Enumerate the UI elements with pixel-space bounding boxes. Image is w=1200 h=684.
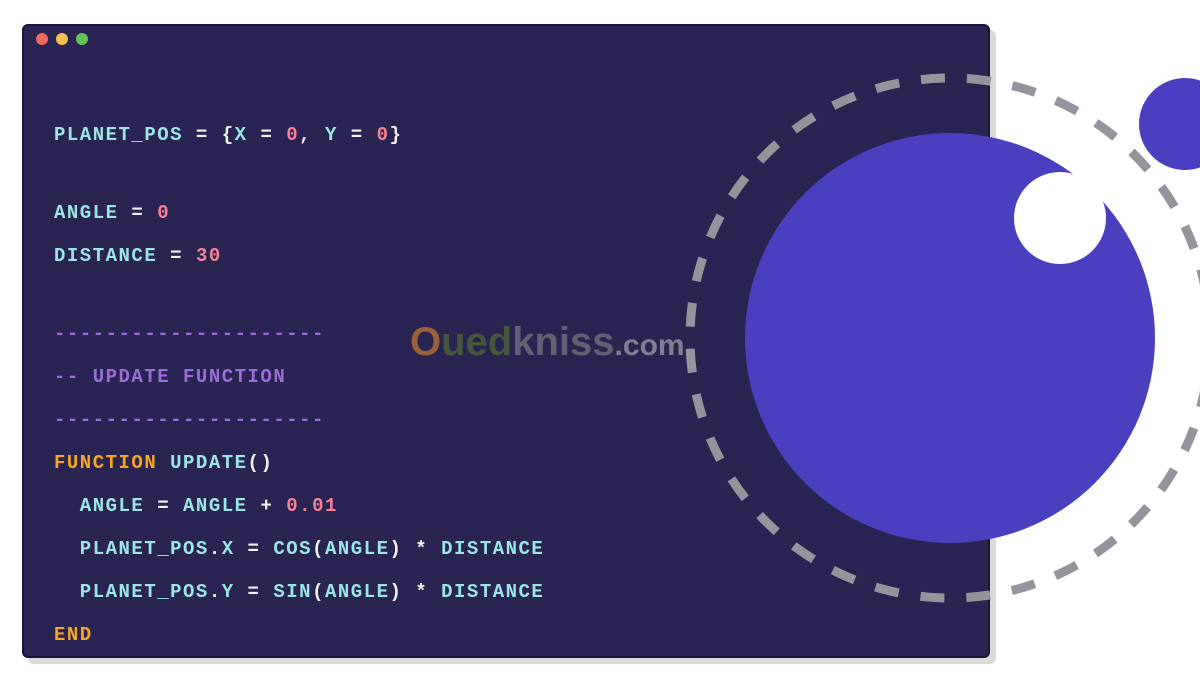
blank-line (54, 166, 958, 182)
planet-moon-icon (1139, 78, 1200, 170)
window-titlebar (24, 26, 988, 52)
code-editor-window: planet_pos = {x = 0, y = 0} angle = 0 di… (22, 24, 990, 658)
code-line: distance = 30 (54, 244, 958, 268)
blank-line (54, 287, 958, 303)
maximize-icon[interactable] (76, 33, 88, 45)
comment-separator: --------------------- (54, 322, 958, 346)
code-line: angle = 0 (54, 201, 958, 225)
close-icon[interactable] (36, 33, 48, 45)
comment-line: -- update function (54, 365, 958, 389)
comment-separator: --------------------- (54, 408, 958, 432)
code-line: function update() (54, 451, 958, 475)
minimize-icon[interactable] (56, 33, 68, 45)
code-area[interactable]: planet_pos = {x = 0, y = 0} angle = 0 di… (24, 52, 988, 658)
code-line: end (54, 623, 958, 647)
code-line: angle = angle + 0.01 (54, 494, 958, 518)
code-line: planet_pos.y = sin(angle) * distance (54, 580, 958, 604)
planet-highlight-icon (1014, 172, 1106, 264)
code-line: planet_pos.x = cos(angle) * distance (54, 537, 958, 561)
code-line: planet_pos = {x = 0, y = 0} (54, 123, 958, 147)
